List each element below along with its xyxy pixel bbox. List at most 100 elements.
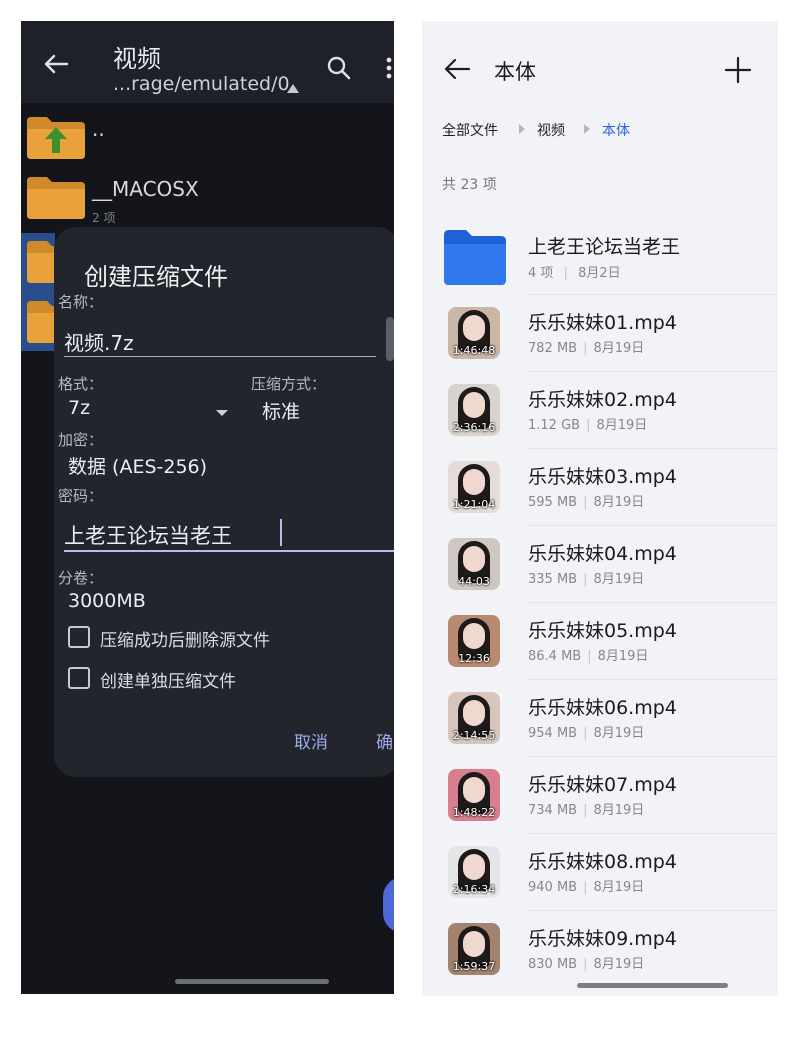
video-duration: 44:03: [458, 575, 490, 588]
text-cursor: [280, 519, 282, 546]
separate-archive-checkbox[interactable]: [68, 667, 90, 689]
folder-title: 视频: [113, 45, 161, 73]
file-date: 8月19日: [597, 649, 649, 664]
folder-up-icon[interactable]: [27, 115, 85, 159]
file-date: 8月19日: [593, 572, 645, 587]
divider: [528, 679, 778, 680]
video-duration: 2:16:34: [452, 883, 496, 896]
back-arrow-icon[interactable]: [442, 54, 472, 84]
file-date: 8月19日: [593, 803, 645, 818]
divider: [528, 525, 778, 526]
archive-name-input[interactable]: 视频.7z: [64, 327, 134, 356]
divider: [528, 371, 778, 372]
delete-source-checkbox[interactable]: [68, 626, 90, 648]
divider: [528, 448, 778, 449]
video-duration: 2:14:55: [452, 729, 496, 742]
folder-icon[interactable]: [27, 175, 85, 219]
file-date: 8月19日: [596, 418, 648, 433]
dropdown-triangle-icon: [287, 84, 299, 93]
file-meta: 830 MB | 8月19日: [528, 957, 645, 972]
name-label: 名称：: [58, 293, 104, 311]
folder-item-count: 2 项: [92, 211, 116, 225]
file-date: 8月19日: [593, 957, 645, 972]
file-meta: 954 MB | 8月19日: [528, 726, 645, 741]
breadcrumb-all-files[interactable]: 全部文件: [442, 120, 498, 140]
page-title: 本体: [494, 60, 536, 84]
encrypt-select[interactable]: 数据 (AES-256): [68, 452, 207, 479]
thumbnail-face: [463, 469, 485, 495]
file-size: 595 MB: [528, 495, 578, 510]
path-dropdown[interactable]: ...rage/emulated/0: [113, 73, 290, 95]
password-label: 密码：: [58, 487, 104, 505]
home-indicator[interactable]: [175, 979, 329, 984]
more-vert-icon[interactable]: [385, 56, 393, 80]
file-date: 8月19日: [593, 880, 645, 895]
file-size: 734 MB: [528, 803, 578, 818]
password-input-underline: [64, 550, 394, 552]
divider: [528, 910, 778, 911]
breadcrumb-videos[interactable]: 视频: [537, 120, 565, 140]
video-duration: 1:21:04: [452, 498, 496, 511]
video-thumbnail: 12:36: [448, 615, 500, 667]
format-dropdown-icon[interactable]: [216, 410, 228, 416]
right-phone-screen: 本体 全部文件 视频 本体 共 23 项 上老王论坛当老王 4 项 | 8月2日…: [422, 21, 778, 996]
video-duration: 1:59:37: [452, 960, 496, 973]
add-icon[interactable]: [723, 55, 753, 85]
thumbnail-face: [463, 546, 485, 572]
file-name: 乐乐妹妹02.mp4: [528, 389, 677, 411]
video-thumbnail: 2:16:34: [448, 846, 500, 898]
parent-folder-label[interactable]: ..: [92, 117, 105, 141]
method-label: 压缩方式：: [251, 375, 327, 393]
file-name: 乐乐妹妹06.mp4: [528, 697, 677, 719]
file-meta: 86.4 MB | 8月19日: [528, 649, 649, 664]
scrollbar[interactable]: [386, 317, 394, 361]
file-meta: 595 MB | 8月19日: [528, 495, 645, 510]
item-count: 共 23 项: [442, 177, 497, 193]
thumbnail-face: [463, 854, 485, 880]
folder-items: 4 项 | 8月2日: [528, 266, 621, 281]
video-thumbnail: 44:03: [448, 538, 500, 590]
file-meta: 734 MB | 8月19日: [528, 803, 645, 818]
video-thumbnail: 2:14:55: [448, 692, 500, 744]
file-name: 乐乐妹妹03.mp4: [528, 466, 677, 488]
floating-action-button[interactable]: [383, 877, 394, 933]
video-thumbnail: 1:21:04: [448, 461, 500, 513]
file-name: 乐乐妹妹07.mp4: [528, 774, 677, 796]
file-name: 乐乐妹妹05.mp4: [528, 620, 677, 642]
split-label: 分卷：: [58, 569, 104, 587]
left-phone-screen: 视频 ...rage/emulated/0 .. __MACOSX 2 项 创建…: [21, 21, 394, 994]
divider: [528, 756, 778, 757]
cancel-button[interactable]: 取消: [294, 728, 328, 753]
app-bar: 视频 ...rage/emulated/0: [21, 21, 394, 103]
name-input-underline: [64, 356, 376, 357]
method-select[interactable]: 标准: [262, 397, 300, 424]
thumbnail-face: [463, 315, 485, 341]
thumbnail-face: [463, 392, 485, 418]
split-select[interactable]: 3000MB: [68, 590, 146, 612]
file-size: 335 MB: [528, 572, 578, 587]
format-select[interactable]: 7z: [68, 397, 90, 419]
folder-name: 上老王论坛当老王: [528, 236, 681, 258]
chevron-right-icon: [519, 124, 525, 134]
password-input[interactable]: 上老王论坛当老王: [64, 520, 232, 550]
delete-source-label[interactable]: 压缩成功后删除源文件: [100, 626, 270, 651]
file-date: 8月19日: [593, 341, 645, 356]
create-archive-dialog: 创建压缩文件 名称： 视频.7z 格式： 7z 压缩方式： 标准 加密： 数据 …: [54, 227, 394, 777]
search-icon[interactable]: [326, 55, 352, 81]
ok-button[interactable]: 确: [376, 728, 393, 753]
folder-name[interactable]: __MACOSX: [92, 177, 199, 201]
file-name: 乐乐妹妹08.mp4: [528, 851, 677, 873]
home-indicator[interactable]: [577, 983, 728, 988]
back-arrow-icon[interactable]: [41, 49, 71, 79]
video-duration: 2:36:16: [452, 421, 496, 434]
breadcrumb-current[interactable]: 本体: [602, 120, 630, 140]
thumbnail-face: [463, 623, 485, 649]
video-duration: 1:48:22: [452, 806, 496, 819]
divider: [528, 294, 778, 295]
format-label: 格式：: [58, 375, 104, 393]
divider: [528, 833, 778, 834]
separate-archive-label[interactable]: 创建单独压缩文件: [100, 667, 236, 692]
file-size: 830 MB: [528, 957, 578, 972]
file-size: 954 MB: [528, 726, 578, 741]
file-name: 乐乐妹妹04.mp4: [528, 543, 677, 565]
